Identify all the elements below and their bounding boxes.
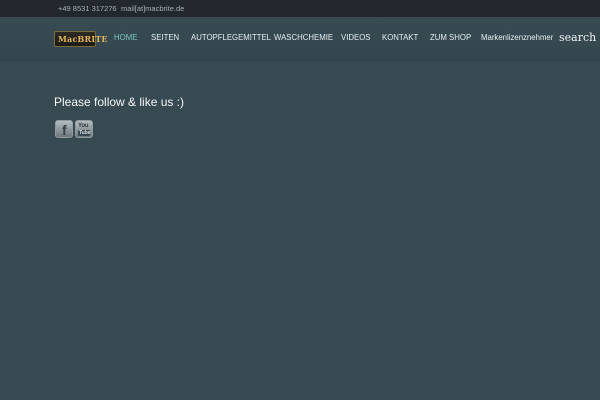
top-bar: +49 8531 317276 mail[at]macbrite.de <box>0 0 600 17</box>
facebook-icon[interactable]: f <box>55 120 73 138</box>
email-address[interactable]: mail[at]macbrite.de <box>121 4 184 13</box>
facebook-glyph: f <box>62 122 67 138</box>
nav-item-zum-shop[interactable]: ZUM SHOP <box>430 33 471 42</box>
youtube-glyph-top: You <box>78 123 89 129</box>
phone-number[interactable]: +49 8531 317276 <box>58 4 117 13</box>
site-header: MacBRITE HOME SEITEN AUTOPFLEGEMITTEL WA… <box>0 17 600 61</box>
nav-item-waschchemie[interactable]: WASCHCHEMIE <box>274 33 333 42</box>
site-logo[interactable]: MacBRITE <box>54 31 108 47</box>
nav-item-markenlizenznehmer[interactable]: Markenlizenznehmer <box>481 33 553 42</box>
nav-item-seiten[interactable]: SEITEN <box>151 33 179 42</box>
logo-text: MacBRITE <box>58 34 108 44</box>
youtube-glyph-bottom: Tube <box>79 130 91 136</box>
search-link[interactable]: search <box>559 31 596 44</box>
nav-item-home[interactable]: HOME <box>114 33 137 42</box>
nav-item-autopflegemittel[interactable]: AUTOPFLEGEMITTEL <box>191 33 271 42</box>
follow-heading: Please follow & like us :) <box>54 95 185 109</box>
nav-item-kontakt[interactable]: KONTAKT <box>382 33 418 42</box>
youtube-icon[interactable]: You Tube <box>75 120 93 138</box>
nav-item-videos[interactable]: VIDEOS <box>341 33 370 42</box>
